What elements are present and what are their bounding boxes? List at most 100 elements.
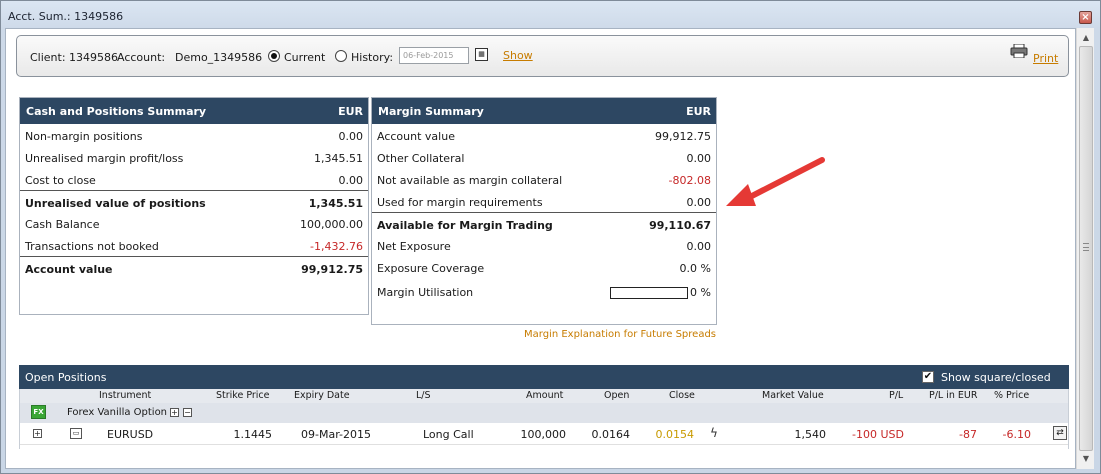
cell-ls: Long Call xyxy=(423,428,474,441)
cash-summary-header: Cash and Positions Summary EUR xyxy=(20,98,368,124)
collapse-all-icon[interactable]: − xyxy=(183,408,192,417)
row-label: Transactions not booked xyxy=(25,240,159,253)
cell-pct-price: -6.10 xyxy=(1002,428,1031,441)
col-market-value[interactable]: Market Value xyxy=(762,390,824,401)
cash-summary-title: Cash and Positions Summary xyxy=(26,105,207,118)
show-closed-checkbox[interactable]: ✔ xyxy=(922,371,934,383)
fx-option-icon: FX xyxy=(31,405,46,419)
instrument-detail-icon[interactable]: ▭ xyxy=(70,428,82,439)
col-ls[interactable]: L/S xyxy=(416,390,431,401)
current-radio[interactable] xyxy=(268,50,280,62)
print-link[interactable]: Print xyxy=(1033,52,1058,65)
row-value: 0 % xyxy=(690,286,711,299)
row-label: Net Exposure xyxy=(377,240,451,253)
margin-row: Available for Margin Trading 99,110.67 xyxy=(372,212,716,234)
col-open[interactable]: Open xyxy=(604,390,629,401)
col-pl-eur[interactable]: P/L in EUR xyxy=(929,390,977,401)
row-label: Account value xyxy=(377,130,455,143)
row-value: 0.00 xyxy=(686,240,712,253)
row-value: 0.00 xyxy=(686,152,712,165)
margin-row: Not available as margin collateral -802.0… xyxy=(372,168,716,190)
row-label: Cost to close xyxy=(25,174,96,187)
row-value: 99,912.75 xyxy=(655,130,711,143)
show-closed-label: Show square/closed xyxy=(941,371,1051,384)
cash-row: Account value 99,912.75 xyxy=(20,256,368,278)
margin-row: Account value 99,912.75 xyxy=(372,124,716,146)
col-pct-price[interactable]: % Price xyxy=(994,390,1029,401)
open-positions-grid: Instrument Strike Price Expiry Date L/S … xyxy=(19,389,1069,449)
row-label: Unrealised margin profit/loss xyxy=(25,152,184,165)
margin-row: Net Exposure 0.00 xyxy=(372,234,716,256)
col-amount[interactable]: Amount xyxy=(526,390,563,401)
printer-icon[interactable] xyxy=(1010,44,1028,58)
trade-action-icon[interactable]: ⇄ xyxy=(1053,426,1067,440)
scroll-up-icon[interactable]: ▲ xyxy=(1079,31,1093,45)
cell-pl: -100 USD xyxy=(852,428,904,441)
close-icon[interactable]: × xyxy=(1079,11,1092,24)
annotation-arrow xyxy=(726,157,825,206)
table-row[interactable]: + ▭ EURUSD 1.1445 09-Mar-2015 Long Call … xyxy=(20,423,1068,445)
row-label: Account value xyxy=(25,263,113,276)
col-expiry-date[interactable]: Expiry Date xyxy=(294,390,350,401)
scroll-down-icon[interactable]: ▼ xyxy=(1079,452,1093,466)
content-area: Client: 1349586 Account: Demo_1349586 Cu… xyxy=(5,28,1076,469)
cash-row: Non-margin positions 0.00 xyxy=(20,124,368,146)
history-date-input[interactable] xyxy=(399,47,469,64)
row-value: 99,110.67 xyxy=(649,219,711,232)
col-instrument[interactable]: Instrument xyxy=(99,390,151,401)
margin-row: Other Collateral 0.00 xyxy=(372,146,716,168)
cash-row: Unrealised value of positions 1,345.51 xyxy=(20,190,368,212)
margin-row: Exposure Coverage 0.0 % xyxy=(372,256,716,278)
title-bar: Acct. Sum.: 1349586 × xyxy=(1,1,1100,29)
lightning-icon[interactable]: ϟ xyxy=(710,426,718,440)
account-value: Demo_1349586 xyxy=(175,51,263,64)
open-positions-title: Open Positions xyxy=(25,371,107,384)
cash-row: Unrealised margin profit/loss 1,345.51 xyxy=(20,146,368,168)
cell-open: 0.0164 xyxy=(591,428,631,441)
vertical-scrollbar[interactable]: ▲ ▼ xyxy=(1076,28,1094,469)
history-radio[interactable] xyxy=(335,50,347,62)
row-label: Used for margin requirements xyxy=(377,196,543,209)
future-spreads-link[interactable]: Margin Explanation for Future Spreads xyxy=(524,329,716,340)
row-label: Margin Utilisation xyxy=(377,286,474,299)
client-label: Client: 1349586 xyxy=(30,51,119,64)
account-label: Account: xyxy=(117,51,166,64)
open-positions-header: Open Positions ✔ Show square/closed xyxy=(19,365,1069,389)
group-row: FX Forex Vanilla Option + − xyxy=(20,403,1068,423)
cell-close: 0.0154 xyxy=(655,428,695,441)
column-header-row: Instrument Strike Price Expiry Date L/S … xyxy=(20,389,1068,403)
show-link[interactable]: Show xyxy=(503,49,533,62)
margin-summary: Margin Summary EUR Account value 99,912.7… xyxy=(371,97,717,325)
row-value: 99,912.75 xyxy=(301,263,363,276)
current-label: Current xyxy=(284,51,326,64)
cell-instrument: EURUSD xyxy=(107,428,154,441)
cash-positions-summary: Cash and Positions Summary EUR Non-margi… xyxy=(19,97,369,315)
row-value: 1,345.51 xyxy=(308,197,363,210)
col-close[interactable]: Close xyxy=(669,390,695,401)
margin-summary-header: Margin Summary EUR xyxy=(372,98,716,124)
row-label: Non-margin positions xyxy=(25,130,143,143)
row-label: Not available as margin collateral xyxy=(377,174,563,187)
filter-bar: Client: 1349586 Account: Demo_1349586 Cu… xyxy=(16,35,1069,77)
history-label: History: xyxy=(351,51,394,64)
row-label: Exposure Coverage xyxy=(377,262,485,275)
cash-row: Transactions not booked -1,432.76 xyxy=(20,234,368,256)
expand-row-icon[interactable]: + xyxy=(33,429,42,438)
col-strike-price[interactable]: Strike Price xyxy=(216,390,270,401)
margin-row: Margin Utilisation 0 % xyxy=(372,278,716,304)
cell-pl-eur: -87 xyxy=(959,428,977,441)
scrollbar-thumb[interactable] xyxy=(1079,46,1093,451)
row-value: -1,432.76 xyxy=(310,240,363,253)
group-name: Forex Vanilla Option xyxy=(67,407,168,418)
grip-icon xyxy=(1083,243,1089,251)
cash-row: Cost to close 0.00 xyxy=(20,168,368,190)
calendar-icon[interactable]: ▦ xyxy=(475,48,488,61)
window-title: Acct. Sum.: 1349586 xyxy=(8,10,124,23)
col-pl[interactable]: P/L xyxy=(889,390,903,401)
row-value: 0.00 xyxy=(686,196,712,209)
expand-all-icon[interactable]: + xyxy=(170,408,179,417)
account-summary-window: Acct. Sum.: 1349586 × Client: 1349586 Ac… xyxy=(0,0,1101,474)
cell-amount: 100,000 xyxy=(520,428,567,441)
margin-utilisation-bar xyxy=(610,287,688,299)
margin-summary-title: Margin Summary xyxy=(378,105,484,118)
